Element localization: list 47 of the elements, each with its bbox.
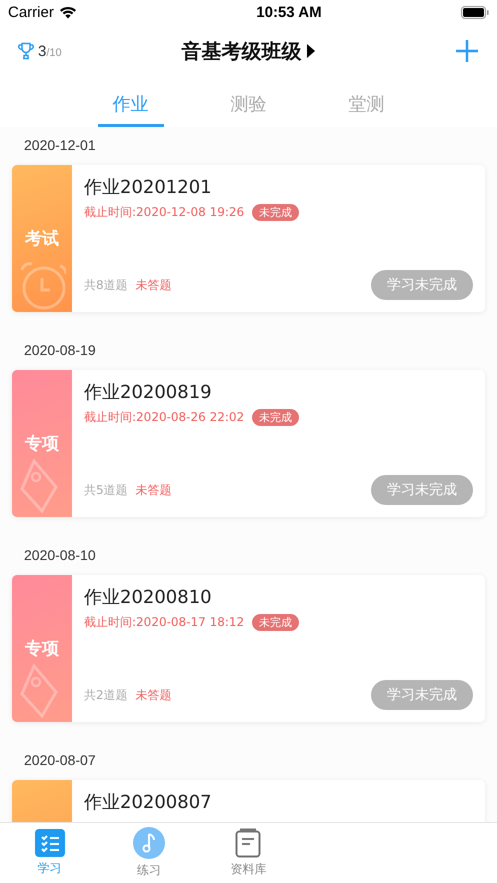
homework-title: 作业20200810 xyxy=(84,586,213,609)
list-icon xyxy=(34,829,65,857)
battery-icon xyxy=(461,6,489,19)
date-label: 2020-08-10 xyxy=(23,546,97,565)
answer-status: 未答题 xyxy=(136,482,172,498)
trophy-icon xyxy=(18,42,34,60)
status-badge: 未完成 xyxy=(252,409,300,426)
study-status-button[interactable]: 学习未完成 xyxy=(371,270,473,300)
book-icon xyxy=(235,828,262,858)
answer-status: 未答题 xyxy=(136,276,172,294)
status-badge: 未完成 xyxy=(252,614,300,631)
tab[interactable]: 堂测 xyxy=(334,92,400,127)
class-title[interactable]: 音基考级班级 xyxy=(182,38,302,64)
carrier-label: Carrier xyxy=(8,4,54,21)
music-note-icon xyxy=(133,827,166,859)
date-label: 2020-12-01 xyxy=(23,136,97,155)
question-count: 共8道题 xyxy=(84,276,128,294)
study-status-button[interactable]: 学习未完成 xyxy=(371,475,473,505)
bottom-tab[interactable]: 学习 xyxy=(0,823,100,883)
tab[interactable]: 测验 xyxy=(216,92,282,127)
homework-title: 作业20201201 xyxy=(84,176,213,199)
add-icon[interactable] xyxy=(455,39,479,63)
homework-card[interactable]: 专项 作业20200819 截止时间:2020-08-26 22:02 未完成 共5道题 未答题 学习未完成 xyxy=(12,370,485,517)
category-label: 专项 xyxy=(25,433,59,455)
date-label: 2020-08-07 xyxy=(23,751,97,770)
caret-icon[interactable] xyxy=(306,43,316,59)
study-status-button[interactable]: 学习未完成 xyxy=(371,680,473,710)
deadline-text: 截止时间:2020-08-17 18:12 xyxy=(84,614,244,631)
question-count: 共2道题 xyxy=(84,686,128,704)
homework-title: 作业20200807 xyxy=(84,791,213,814)
deadline-text: 截止时间:2020-08-26 22:02 xyxy=(84,409,244,426)
wifi-icon xyxy=(58,6,77,19)
category-label: 考试 xyxy=(25,228,59,250)
date-label: 2020-08-19 xyxy=(23,341,97,360)
deadline-text: 截止时间:2020-12-08 19:26 xyxy=(84,204,244,221)
answer-status: 未答题 xyxy=(136,686,172,704)
clock-time: 10:53 AM xyxy=(256,4,322,21)
category-label: 专项 xyxy=(25,638,59,660)
homework-card[interactable]: 考试 作业20201201 截止时间:2020-12-08 19:26 未完成 共8道题 未答题 学习未完成 xyxy=(12,165,485,312)
question-count: 共5道题 xyxy=(84,482,128,498)
homework-card[interactable]: 专项 作业20200810 截止时间:2020-08-17 18:12 未完成 共2道题 未答题 学习未完成 xyxy=(12,575,485,722)
homework-title: 作业20200819 xyxy=(84,381,213,404)
homework-card[interactable]: 作业20200807 xyxy=(12,780,485,822)
bottom-tab[interactable]: 练习 xyxy=(99,823,199,883)
status-badge: 未完成 xyxy=(252,204,300,221)
bottom-tab[interactable]: 资料库 xyxy=(198,823,298,883)
trophy-count: 3/10 xyxy=(38,42,62,60)
